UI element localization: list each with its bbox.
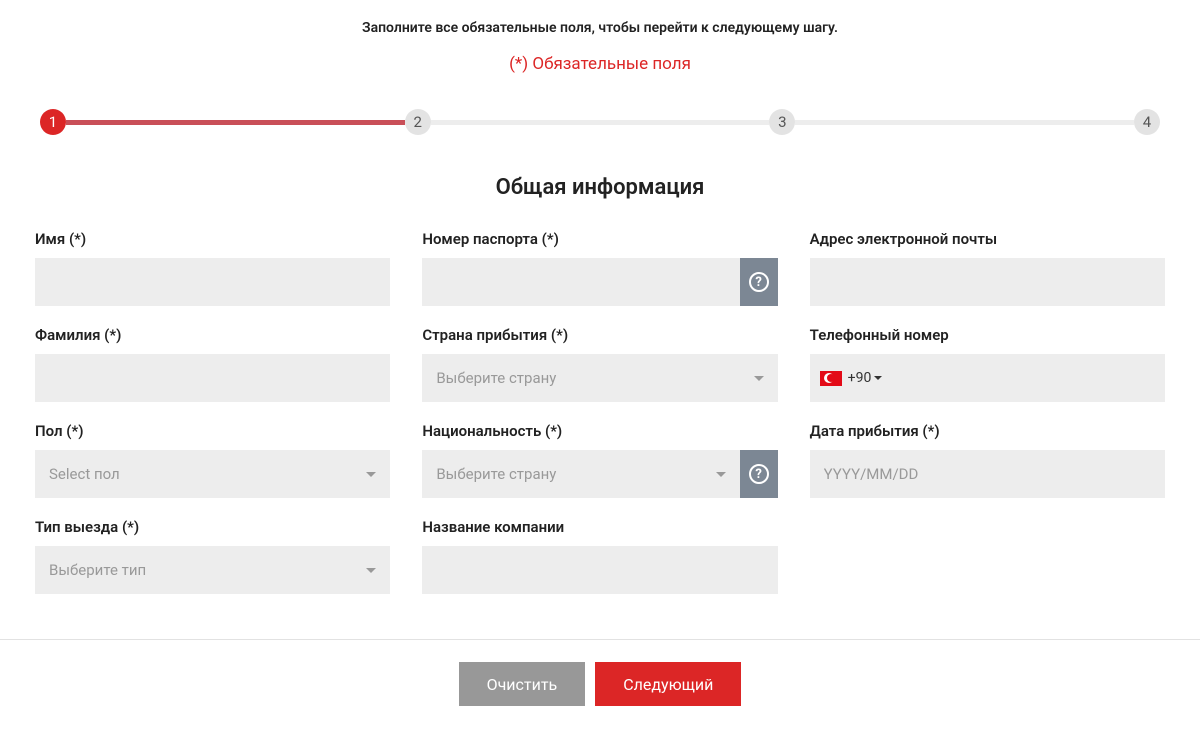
phone-country-code: +90 <box>848 370 872 386</box>
chevron-down-icon <box>366 472 376 477</box>
clear-button[interactable]: Очистить <box>459 662 586 706</box>
next-button[interactable]: Следующий <box>595 662 741 706</box>
gender-label: Пол (*) <box>35 422 390 440</box>
nationality-select[interactable]: Выберите страну <box>422 450 739 498</box>
nationality-label: Национальность (*) <box>422 422 777 440</box>
company-name-label: Название компании <box>422 518 777 536</box>
chevron-down-icon <box>366 568 376 573</box>
exit-type-label: Тип выезда (*) <box>35 518 390 536</box>
email-field: Адрес электронной почты <box>810 230 1165 306</box>
nationality-field: Национальность (*) Выберите страну ? <box>422 422 777 498</box>
gender-select[interactable]: Select пол <box>35 450 390 498</box>
gender-field: Пол (*) Select пол <box>35 422 390 498</box>
chevron-down-icon <box>716 472 726 477</box>
arrival-date-label: Дата прибытия (*) <box>810 422 1165 440</box>
step-2: 2 <box>405 109 431 135</box>
footer-actions: Очистить Следующий <box>0 639 1200 728</box>
exit-type-placeholder: Выберите тип <box>49 561 146 579</box>
turkey-flag-icon <box>820 371 842 386</box>
company-name-field: Название компании <box>422 518 777 594</box>
section-title: Общая информация <box>0 175 1200 200</box>
passport-field: Номер паспорта (*) ? <box>422 230 777 306</box>
last-name-label: Фамилия (*) <box>35 326 390 344</box>
help-icon: ? <box>749 464 769 484</box>
gender-placeholder: Select пол <box>49 465 120 483</box>
nationality-help-button[interactable]: ? <box>740 450 778 498</box>
phone-field: Телефонный номер +90 <box>810 326 1165 402</box>
chevron-down-icon <box>874 376 882 380</box>
company-name-input[interactable] <box>422 546 777 594</box>
last-name-field: Фамилия (*) <box>35 326 390 402</box>
required-fields-note: (*) Обязательные поля <box>0 54 1200 74</box>
step-4: 4 <box>1134 109 1160 135</box>
arrival-country-label: Страна прибытия (*) <box>422 326 777 344</box>
email-input[interactable] <box>810 258 1165 306</box>
nationality-placeholder: Выберите страну <box>436 465 556 483</box>
help-icon: ? <box>749 272 769 292</box>
phone-input[interactable]: +90 <box>810 354 1165 402</box>
passport-label: Номер паспорта (*) <box>422 230 777 248</box>
exit-type-field: Тип выезда (*) Выберите тип <box>35 518 390 594</box>
arrival-date-input[interactable] <box>810 450 1165 498</box>
last-name-input[interactable] <box>35 354 390 402</box>
arrival-country-select[interactable]: Выберите страну <box>422 354 777 402</box>
arrival-country-field: Страна прибытия (*) Выберите страну <box>422 326 777 402</box>
first-name-field: Имя (*) <box>35 230 390 306</box>
step-line-2-3 <box>431 120 770 125</box>
step-line-1-2 <box>66 120 405 125</box>
passport-input[interactable] <box>422 258 739 306</box>
exit-type-select[interactable]: Выберите тип <box>35 546 390 594</box>
first-name-input[interactable] <box>35 258 390 306</box>
step-1: 1 <box>40 109 66 135</box>
arrival-date-field: Дата прибытия (*) <box>810 422 1165 498</box>
chevron-down-icon <box>754 376 764 381</box>
phone-label: Телефонный номер <box>810 326 1165 344</box>
form-grid: Имя (*) Номер паспорта (*) ? Адрес элект… <box>0 230 1200 594</box>
passport-help-button[interactable]: ? <box>740 258 778 306</box>
first-name-label: Имя (*) <box>35 230 390 248</box>
instruction-text: Заполните все обязательные поля, чтобы п… <box>0 0 1200 36</box>
progress-stepper: 1 2 3 4 <box>0 109 1200 135</box>
step-line-3-4 <box>795 120 1134 125</box>
empty-cell <box>810 518 1165 594</box>
email-label: Адрес электронной почты <box>810 230 1165 248</box>
step-3: 3 <box>769 109 795 135</box>
arrival-country-placeholder: Выберите страну <box>436 369 556 387</box>
